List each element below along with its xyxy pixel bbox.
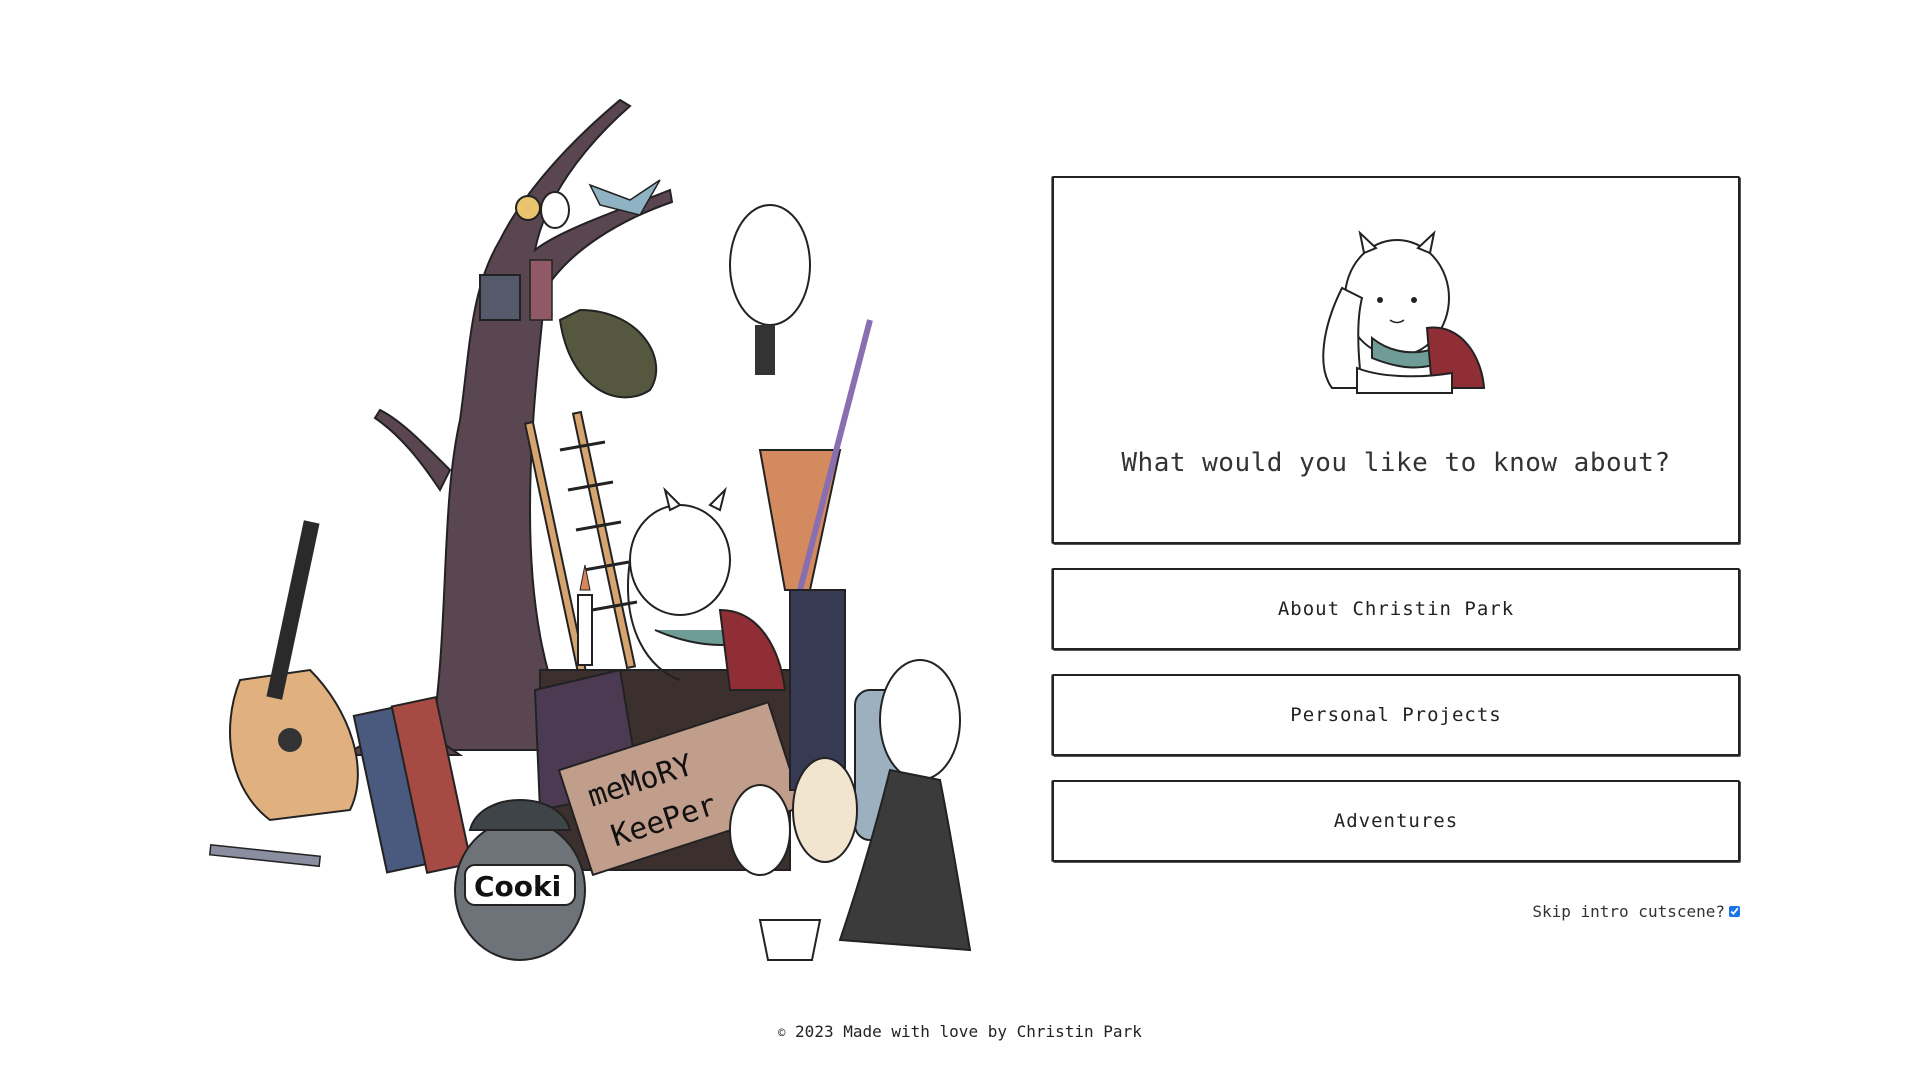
- ukulele-icon: [229, 520, 359, 822]
- cookie-jar: Cooki: [454, 799, 586, 961]
- option-about-button[interactable]: About Christin Park: [1052, 568, 1740, 650]
- goat-portrait-icon: [1322, 230, 1486, 394]
- memory-keeper-illustration: meMoRY KeePer Cooki: [200, 90, 1010, 970]
- illustration-svg: meMoRY KeePer Cooki: [208, 98, 972, 961]
- mask-icon: [879, 659, 961, 781]
- candle-icon: [577, 594, 593, 666]
- skip-intro-checkbox[interactable]: [1729, 906, 1740, 917]
- footer-text: 2023 Made with love by Christin Park: [795, 1022, 1142, 1041]
- skip-intro-label: Skip intro cutscene?: [1532, 902, 1725, 921]
- goat-character: [627, 486, 787, 691]
- teacup-icon: [758, 919, 822, 961]
- cooking-pot-icon: [558, 308, 658, 399]
- footer: © 2023 Made with love by Christin Park: [0, 1022, 1920, 1041]
- skip-intro-control[interactable]: Skip intro cutscene?: [1532, 902, 1740, 921]
- dialog-box: What would you like to know about?: [1052, 176, 1740, 544]
- dialog-question: What would you like to know about?: [1121, 448, 1671, 478]
- option-adventures-button[interactable]: Adventures: [1052, 780, 1740, 862]
- character-portrait: [1302, 228, 1492, 398]
- option-projects-button[interactable]: Personal Projects: [1052, 674, 1740, 756]
- owl-character: [729, 204, 811, 375]
- jar-label: Cooki: [474, 870, 561, 903]
- copyright-symbol: ©: [778, 1026, 786, 1040]
